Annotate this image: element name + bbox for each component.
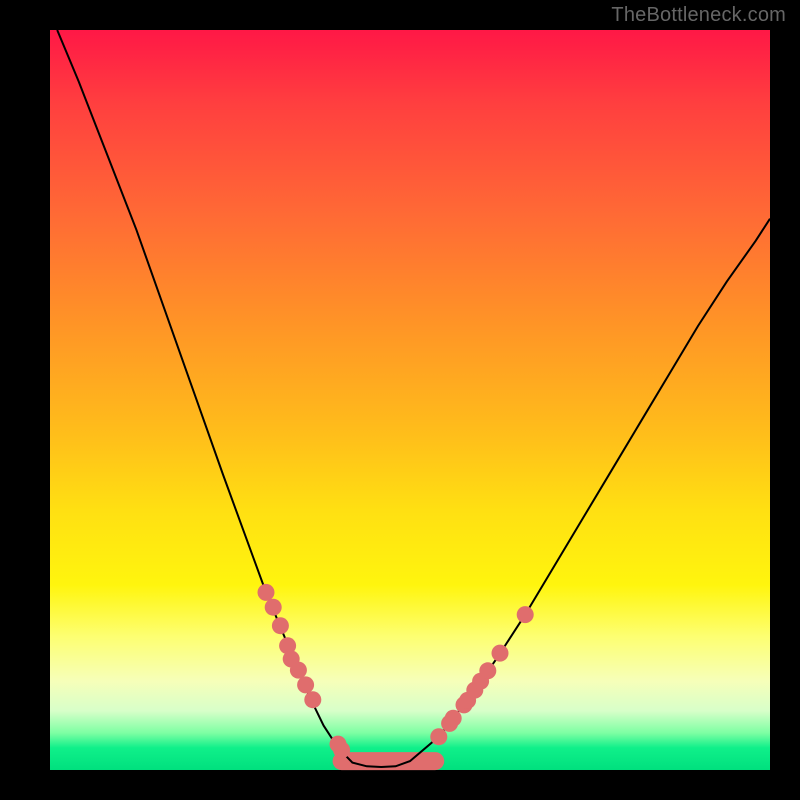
chart-frame: TheBottleneck.com [0, 0, 800, 800]
bottleneck-curve [57, 30, 770, 767]
bead-marker [258, 584, 275, 601]
bead-marker [272, 617, 289, 634]
bead-marker [430, 728, 447, 745]
bead-marker [517, 606, 534, 623]
bead-marker [265, 599, 282, 616]
bead-marker [445, 710, 462, 727]
bead-group [258, 584, 534, 759]
bead-marker [297, 676, 314, 693]
curve-overlay [50, 30, 770, 770]
bead-marker [290, 662, 307, 679]
plot-area [50, 30, 770, 770]
bead-marker [304, 691, 321, 708]
watermark-text: TheBottleneck.com [611, 4, 786, 27]
bead-marker [492, 645, 509, 662]
bead-marker [333, 742, 350, 759]
bead-marker [479, 662, 496, 679]
